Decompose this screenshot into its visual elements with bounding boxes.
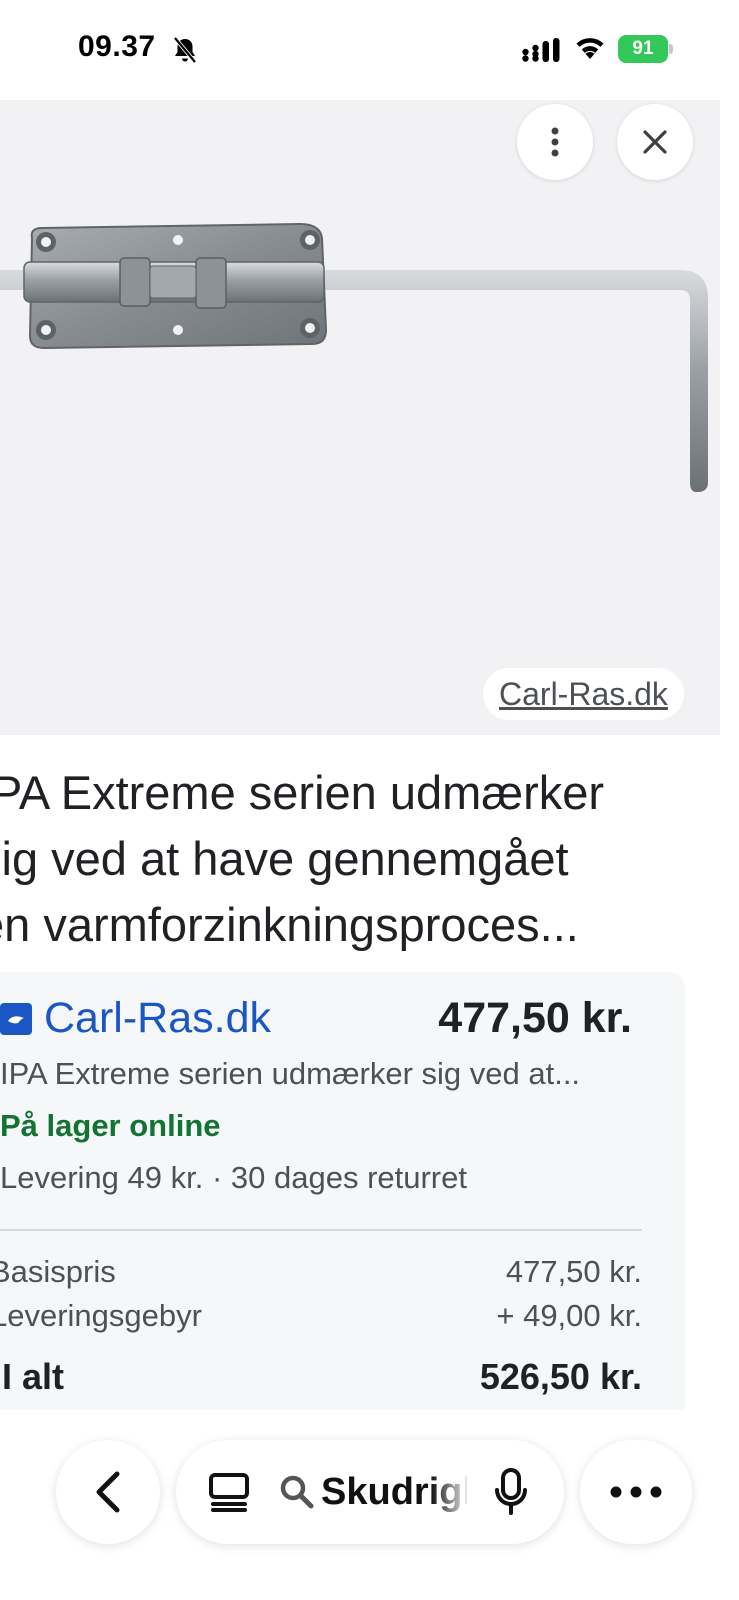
offer-price: 477,50 kr. [438,994,632,1042]
store-link[interactable]: Carl-Ras.dk [44,994,271,1043]
stock-status: På lager online [0,1108,221,1143]
product-title-line: IPA Extreme serien udmærker [0,766,605,819]
image-source-link[interactable]: Carl-Ras.dk [483,668,684,720]
delivery-fee-label: Leveringsgebyr [0,1298,202,1333]
product-image [0,222,708,492]
wifi-icon [576,38,604,59]
total-label: I alt [2,1356,65,1397]
more-vert-icon [551,127,559,157]
close-icon [643,130,667,154]
delivery-info: Levering 49 kr. · 30 dages returret [0,1160,467,1195]
image-viewer[interactable]: Carl-Ras.dk [0,100,720,735]
divider [0,1229,642,1231]
microphone-icon[interactable] [494,1468,528,1516]
offer-card[interactable]: Carl-Ras.dk 477,50 kr. IPA Extreme serie… [0,972,685,1410]
product-title-line: sig ved at have gennemgået [0,832,569,885]
delivery-fee-value: + 49,00 kr. [496,1298,642,1333]
more-options-button[interactable] [517,104,593,180]
product-title-line: en varmforzinkningsproces... [0,898,579,951]
bottom-toolbar: Skudrigl [0,1410,739,1600]
battery-indicator: 91 [618,35,674,63]
cellular-signal-icon [522,38,560,62]
more-horiz-icon [610,1486,662,1498]
base-price-label: Basispris [0,1254,116,1289]
address-bar[interactable]: Skudrigl [176,1440,564,1544]
product-title: IPA Extreme serien udmærker sig ved at h… [0,760,708,958]
status-bar: 09.37 91 [0,0,739,100]
close-button[interactable] [617,104,693,180]
search-icon [280,1475,314,1509]
chevron-left-icon [96,1471,120,1513]
bell-slash-icon [173,36,197,64]
battery-level: 91 [632,38,654,59]
more-menu-button[interactable] [580,1440,692,1544]
total-value: 526,50 kr. [479,1356,642,1397]
tabs-icon [209,1473,249,1512]
base-price-value: 477,50 kr. [505,1254,642,1289]
store-favicon-icon [0,1003,32,1035]
offer-description: IPA Extreme serien udmærker sig ved at..… [0,1056,581,1091]
back-button[interactable] [56,1440,160,1544]
store-row[interactable]: Carl-Ras.dk 477,50 kr. [0,990,632,1044]
status-time: 09.37 [78,30,156,63]
